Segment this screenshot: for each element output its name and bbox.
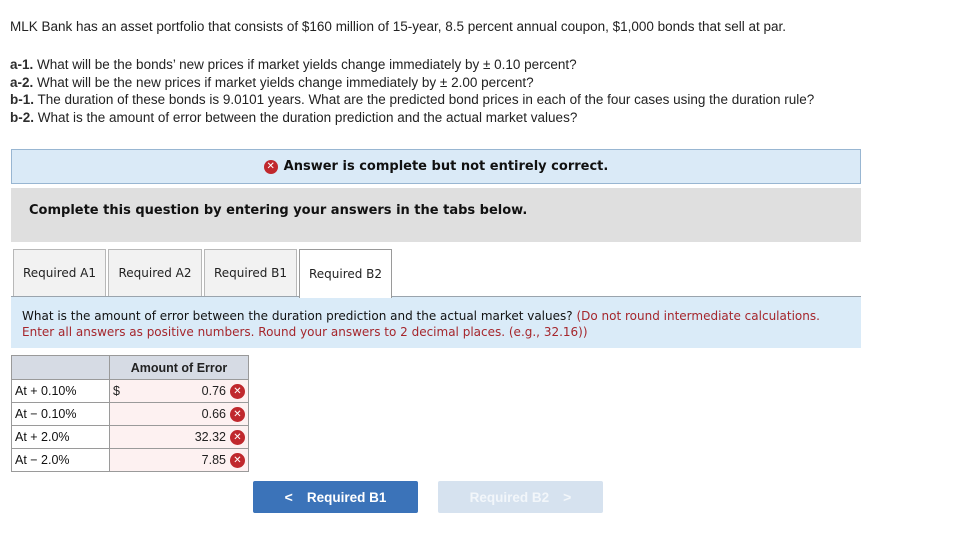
input-value: 0.66 <box>201 407 226 421</box>
blank-header-cell <box>11 355 110 380</box>
tab-required-b1[interactable]: Required B1 <box>204 249 297 296</box>
question-b2: b-2. What is the amount of error between… <box>10 109 814 127</box>
table-header-row: Amount of Error <box>11 355 249 380</box>
prev-button-label: Required B1 <box>306 489 387 505</box>
question-label: b-2. <box>10 109 35 125</box>
tab-divider <box>11 296 861 297</box>
incorrect-x-icon: ✕ <box>230 407 245 422</box>
question-b1: b-1. The duration of these bonds is 9.01… <box>10 91 814 109</box>
table-row: At + 0.10% $ 0.76 ✕ <box>11 379 249 403</box>
error-input-plus-2-0[interactable]: 32.32 ✕ <box>109 425 249 449</box>
table-row: At − 0.10% 0.66 ✕ <box>11 402 249 426</box>
incorrect-x-icon: ✕ <box>230 430 245 445</box>
input-value: 7.85 <box>201 453 226 467</box>
input-value: 32.32 <box>194 430 226 444</box>
status-message: Answer is complete but not entirely corr… <box>283 159 609 174</box>
row-label: At − 2.0% <box>11 448 110 472</box>
problem-intro: MLK Bank has an asset portfolio that con… <box>10 19 786 34</box>
prev-required-b1-button[interactable]: < Required B1 <box>253 481 418 513</box>
error-input-minus-2-0[interactable]: 7.85 ✕ <box>109 448 249 472</box>
row-label: At − 0.10% <box>11 402 110 426</box>
incorrect-x-icon: ✕ <box>230 453 245 468</box>
row-label: At + 0.10% <box>11 379 110 403</box>
question-label: a-2. <box>10 74 34 90</box>
table-row: At − 2.0% 7.85 ✕ <box>11 448 249 472</box>
question-label: a-1. <box>10 57 34 72</box>
question-text: What will be the new prices if market yi… <box>33 74 534 90</box>
input-value: 0.76 <box>201 384 226 398</box>
error-input-plus-0-10[interactable]: $ 0.76 ✕ <box>109 379 249 403</box>
next-required-b2-button[interactable]: Required B2 > <box>438 481 603 513</box>
question-list: a-1. What will be the bonds’ new prices … <box>10 56 814 126</box>
currency-symbol: $ <box>113 384 120 398</box>
question-label: b-1. <box>10 92 35 107</box>
tab-required-a1[interactable]: Required A1 <box>13 249 106 296</box>
table-row: At + 2.0% 32.32 ✕ <box>11 425 249 449</box>
question-a2: a-2. What will be the new prices if mark… <box>10 74 814 92</box>
tab-required-a2[interactable]: Required A2 <box>108 249 202 296</box>
amount-of-error-header: Amount of Error <box>109 355 249 380</box>
tab-required-b2[interactable]: Required B2 <box>299 249 392 298</box>
question-text: What will be the bonds’ new prices if ma… <box>33 57 577 72</box>
instructions-text: Complete this question by entering your … <box>29 203 528 218</box>
error-table: Amount of Error At + 0.10% $ 0.76 ✕ At −… <box>11 355 249 472</box>
incorrect-x-icon: ✕ <box>263 159 278 174</box>
instructions-bar: Complete this question by entering your … <box>11 188 861 242</box>
chevron-left-icon: < <box>284 489 293 505</box>
next-button-label: Required B2 <box>469 489 550 505</box>
question-text: What is the amount of error between the … <box>34 109 578 125</box>
prompt-question: What is the amount of error between the … <box>22 309 573 323</box>
question-a1: a-1. What will be the bonds’ new prices … <box>10 56 814 74</box>
answer-status-banner: ✕ Answer is complete but not entirely co… <box>11 149 861 184</box>
required-tabs: Required A1 Required A2 Required B1 Requ… <box>13 249 394 298</box>
tab-prompt: What is the amount of error between the … <box>11 297 861 348</box>
incorrect-x-icon: ✕ <box>230 384 245 399</box>
chevron-right-icon: > <box>563 489 572 505</box>
question-text: The duration of these bonds is 9.0101 ye… <box>34 92 815 107</box>
row-label: At + 2.0% <box>11 425 110 449</box>
error-input-minus-0-10[interactable]: 0.66 ✕ <box>109 402 249 426</box>
